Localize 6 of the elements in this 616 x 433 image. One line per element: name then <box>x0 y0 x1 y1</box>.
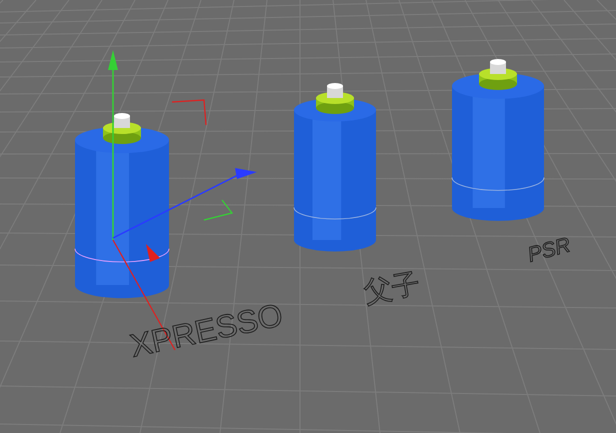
cylinder-drawing[interactable] <box>452 59 544 221</box>
scene-text-label: XPRESSO <box>126 296 286 364</box>
scene-text-label: 父子 <box>362 268 422 308</box>
cylinder-drawing[interactable] <box>294 83 376 252</box>
cylinder-drawing[interactable] <box>74 113 170 298</box>
scene-text-label: PSR <box>525 233 573 267</box>
